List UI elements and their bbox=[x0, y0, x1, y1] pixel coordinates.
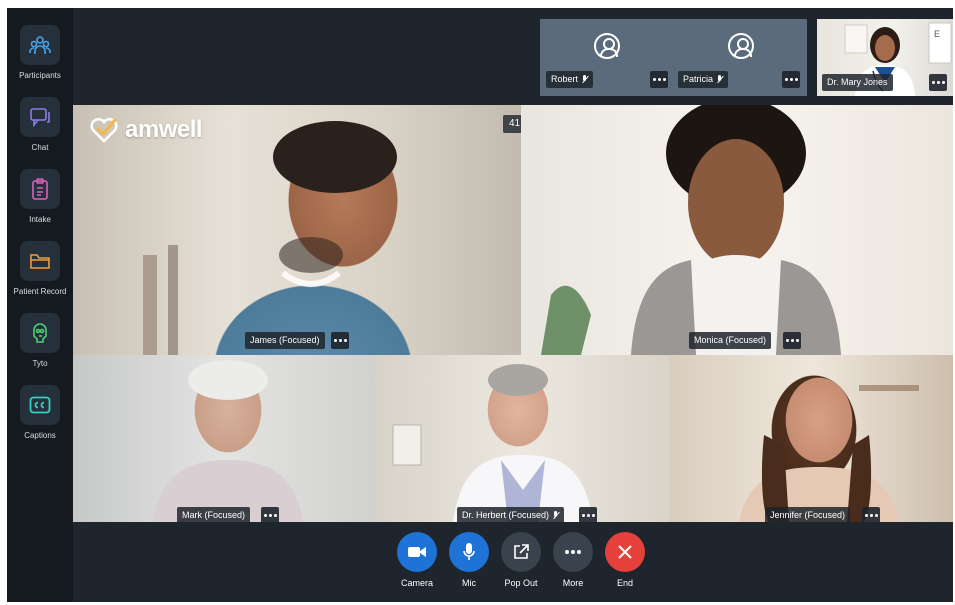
participant-name: Jennifer (Focused) bbox=[770, 510, 846, 520]
sidebar-item-label: Chat bbox=[31, 143, 49, 152]
participant-name-tag: Mark (Focused) bbox=[177, 507, 251, 522]
sidebar-item-patient-record[interactable]: Patient Record bbox=[7, 241, 73, 311]
participant-name-tag: Monica (Focused) bbox=[689, 332, 772, 349]
participant-more-button[interactable] bbox=[929, 74, 947, 91]
more-dots-icon bbox=[263, 514, 277, 517]
control-label: End bbox=[616, 578, 633, 588]
user-avatar-icon bbox=[728, 33, 754, 59]
audio-tile-patricia: Patricia bbox=[674, 19, 807, 96]
participant-name: Mark (Focused) bbox=[182, 510, 246, 520]
more-dots-icon bbox=[784, 78, 798, 81]
control-label: Mic bbox=[462, 578, 476, 588]
more-dots-icon bbox=[652, 78, 666, 81]
mic-muted-icon bbox=[716, 75, 723, 84]
amwell-logo: amwell bbox=[89, 116, 203, 144]
participant-photo bbox=[392, 364, 593, 522]
video-visit-app: Participants Chat Intake Patient Record … bbox=[7, 8, 953, 602]
control-label: More bbox=[562, 578, 584, 588]
video-tile-james: amwell 41:21 James (Focused) bbox=[73, 105, 521, 355]
participant-more-button[interactable] bbox=[261, 507, 279, 522]
participant-more-button[interactable] bbox=[782, 71, 800, 88]
more-dots-icon bbox=[785, 339, 799, 342]
video-tile-herbert: Dr. Herbert (Focused) bbox=[373, 355, 669, 522]
participant-name: Robert bbox=[551, 74, 579, 84]
participant-name: Dr. Mary Jones bbox=[827, 77, 888, 87]
participant-name-tag: Jennifer (Focused) bbox=[765, 507, 851, 522]
video-tile-jennifer: Jennifer (Focused) bbox=[669, 355, 953, 522]
participant-name-tag: James (Focused) bbox=[245, 332, 325, 349]
participant-photo bbox=[739, 385, 919, 522]
pop-out-button[interactable]: Pop Out bbox=[491, 532, 551, 588]
call-timer: 41:21 bbox=[503, 115, 521, 133]
more-dots-icon bbox=[581, 514, 595, 517]
sidebar-item-label: Participants bbox=[19, 71, 61, 80]
participant-name: Monica (Focused) bbox=[694, 335, 767, 345]
user-avatar-icon bbox=[594, 33, 620, 59]
participant-name: Dr. Herbert (Focused) bbox=[462, 510, 550, 520]
call-controls: Camera Mic Pop Out More End bbox=[73, 522, 953, 602]
logo-text: amwell bbox=[125, 116, 203, 143]
sidebar-item-captions[interactable]: Captions bbox=[7, 385, 73, 455]
camera-icon bbox=[397, 532, 437, 572]
sidebar-item-chat[interactable]: Chat bbox=[7, 97, 73, 167]
video-tile-monica: Monica (Focused) bbox=[521, 105, 953, 355]
sidebar-item-participants[interactable]: Participants bbox=[7, 25, 73, 95]
more-dots-icon bbox=[864, 514, 878, 517]
tyto-icon bbox=[20, 313, 60, 353]
captions-icon bbox=[20, 385, 60, 425]
sidebar-item-label: Intake bbox=[29, 215, 51, 224]
mic-muted-icon bbox=[552, 511, 559, 520]
mic-muted-icon bbox=[581, 75, 588, 84]
end-call-icon bbox=[605, 532, 645, 572]
more-dots-icon bbox=[931, 81, 945, 84]
heart-check-icon bbox=[90, 117, 118, 143]
sidebar-item-intake[interactable]: Intake bbox=[7, 169, 73, 239]
mic-icon bbox=[449, 532, 489, 572]
more-icon bbox=[553, 532, 593, 572]
camera-button[interactable]: Camera bbox=[387, 532, 447, 588]
mic-button[interactable]: Mic bbox=[439, 532, 499, 588]
control-label: Pop Out bbox=[504, 578, 538, 588]
pop-out-icon bbox=[501, 532, 541, 572]
participant-name: James (Focused) bbox=[250, 335, 320, 345]
participants-icon bbox=[20, 25, 60, 65]
participant-more-button[interactable] bbox=[331, 332, 349, 349]
participant-more-button[interactable] bbox=[783, 332, 801, 349]
participant-name: Patricia bbox=[683, 74, 714, 84]
video-tile-mark: Mark (Focused) bbox=[73, 355, 373, 522]
participant-name-tag: Dr. Herbert (Focused) bbox=[457, 507, 565, 522]
participant-name-tag: Robert bbox=[546, 71, 594, 88]
sidebar-item-label: Patient Record bbox=[13, 287, 67, 296]
participant-photo bbox=[153, 360, 303, 522]
sidebar-item-tyto[interactable]: Tyto bbox=[7, 313, 73, 383]
more-button[interactable]: More bbox=[543, 532, 603, 588]
sidebar: Participants Chat Intake Patient Record … bbox=[7, 8, 73, 602]
participant-name-tag: Dr. Mary Jones bbox=[822, 74, 893, 91]
more-dots-icon bbox=[333, 339, 347, 342]
end-call-button[interactable]: End bbox=[595, 532, 655, 588]
sidebar-item-label: Captions bbox=[24, 431, 56, 440]
clipboard-icon bbox=[20, 169, 60, 209]
participant-name-tag: Patricia bbox=[678, 71, 729, 88]
control-label: Camera bbox=[400, 578, 433, 588]
audio-participants: Robert Patricia bbox=[540, 19, 807, 96]
chat-icon bbox=[20, 97, 60, 137]
participant-more-button[interactable] bbox=[650, 71, 668, 88]
self-view-tile: E Dr. Mary Jones bbox=[817, 19, 953, 96]
participant-more-button[interactable] bbox=[579, 507, 597, 522]
svg-text:E: E bbox=[934, 29, 940, 39]
participant-photo bbox=[541, 105, 841, 355]
sidebar-item-label: Tyto bbox=[32, 359, 48, 368]
participant-more-button[interactable] bbox=[862, 507, 880, 522]
folder-icon bbox=[20, 241, 60, 281]
audio-tile-robert: Robert bbox=[540, 19, 673, 96]
participant-strip: Robert Patricia E Dr. Mary Jones bbox=[73, 8, 953, 105]
